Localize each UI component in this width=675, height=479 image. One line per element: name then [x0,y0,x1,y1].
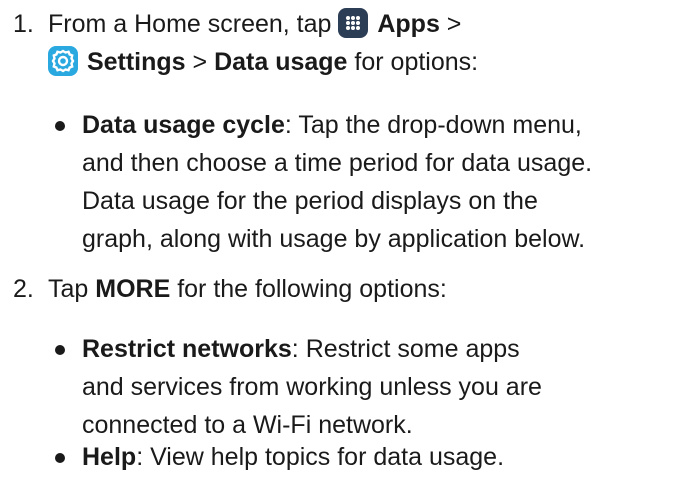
step-prefix-text: From a Home screen, tap [48,10,339,38]
bullet-title: Data usage cycle [82,111,285,139]
bullet-text: Restrict networks: Restrict some apps an… [82,330,667,444]
step-suffix-text: for the following options: [170,275,447,303]
step-number: 2. [13,275,34,303]
apps-label: Apps [377,10,440,38]
apps-grid-icon [338,8,369,38]
step-text: Tap MORE for the following options: [48,270,668,308]
separator: > [185,48,215,76]
separator: > [439,10,462,38]
step-suffix-text: for options: [347,48,479,76]
bullet-line: graph, along with usage by application b… [82,225,586,253]
bullet-text: Help: View help topics for data usage. [82,438,667,476]
step-number: 1. [13,10,34,38]
step-line: Settings > Data usage for options: [48,43,668,81]
data-usage-label: Data usage [214,48,348,76]
bullet-line-text: : Tap the drop-down menu, [284,111,582,139]
bullet-title: Restrict networks [82,335,292,363]
bullet-line: Data usage cycle: Tap the drop-down menu… [82,106,667,144]
bullet-line-text: : Restrict some apps [291,335,520,363]
step-line: Tap MORE for the following options: [48,270,668,308]
bullet-line: Help: View help topics for data usage. [82,438,667,476]
settings-label: Settings [86,48,186,76]
bullet-title: Help [82,443,137,471]
step-prefix-text: Tap [48,275,96,303]
bullet-line: and then choose a time period for data u… [82,149,593,177]
step-line: From a Home screen, tap Apps > [48,5,668,43]
bullet-line: and services from working unless you are [82,373,542,401]
settings-gear-icon [48,46,78,76]
bullet-text: Data usage cycle: Tap the drop-down menu… [82,106,667,258]
bullet-line-text: : View help topics for data usage. [136,443,505,471]
more-label: MORE [95,275,171,303]
step-text: From a Home screen, tap Apps > Settings … [48,5,668,81]
bullet-line: Data usage for the period displays on th… [82,187,538,215]
bullet-line: Restrict networks: Restrict some apps [82,330,667,368]
